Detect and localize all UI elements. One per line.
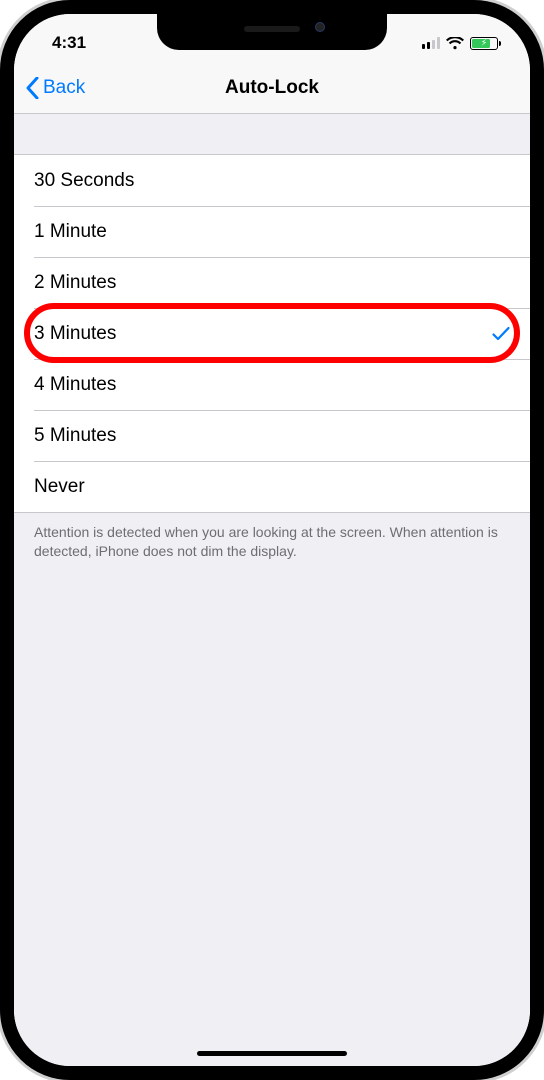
screen: 4:31 ⚡︎: [14, 14, 530, 1066]
home-indicator[interactable]: [197, 1051, 347, 1056]
back-label: Back: [43, 77, 85, 99]
front-camera: [315, 22, 325, 32]
option-5-minutes[interactable]: 5 Minutes: [14, 410, 530, 461]
option-label: 1 Minute: [34, 221, 107, 243]
option-label: 5 Minutes: [34, 425, 116, 447]
chevron-left-icon: [26, 77, 39, 99]
option-label: 4 Minutes: [34, 374, 116, 396]
nav-bar: Back Auto-Lock: [14, 62, 530, 114]
footer-note: Attention is detected when you are looki…: [14, 513, 530, 571]
auto-lock-options-list: 30 Seconds 1 Minute 2 Minutes 3 Minutes: [14, 154, 530, 513]
status-time: 4:31: [52, 23, 86, 53]
option-4-minutes[interactable]: 4 Minutes: [14, 359, 530, 410]
option-label: 2 Minutes: [34, 272, 116, 294]
option-2-minutes[interactable]: 2 Minutes: [14, 257, 530, 308]
option-label: 30 Seconds: [34, 170, 134, 192]
notch: [157, 14, 387, 50]
content-area: 30 Seconds 1 Minute 2 Minutes 3 Minutes: [14, 114, 530, 1066]
option-1-minute[interactable]: 1 Minute: [14, 206, 530, 257]
cellular-signal-icon: [422, 37, 440, 49]
page-title: Auto-Lock: [225, 77, 319, 99]
battery-charging-icon: ⚡︎: [470, 37, 498, 50]
option-3-minutes[interactable]: 3 Minutes: [14, 308, 530, 359]
option-label: Never: [34, 476, 85, 498]
phone-frame: 4:31 ⚡︎: [0, 0, 544, 1080]
back-button[interactable]: Back: [26, 77, 85, 99]
option-never[interactable]: Never: [14, 461, 530, 512]
checkmark-icon: [492, 326, 510, 342]
wifi-icon: [446, 37, 464, 50]
option-label: 3 Minutes: [34, 323, 116, 345]
option-30-seconds[interactable]: 30 Seconds: [14, 155, 530, 206]
status-icons: ⚡︎: [422, 27, 498, 50]
